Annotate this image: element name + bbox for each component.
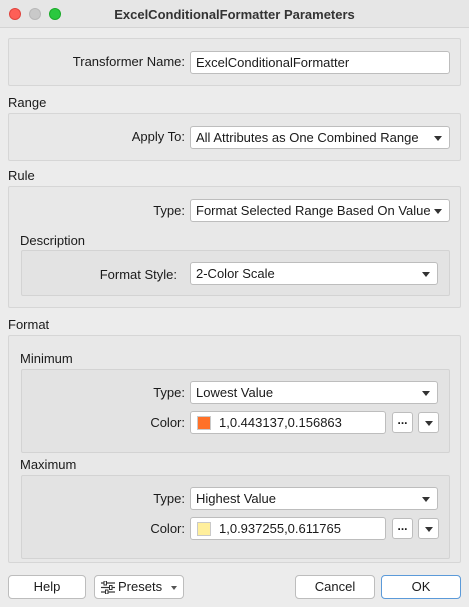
maximum-color-value: 1,0.937255,0.611765: [219, 521, 341, 536]
maximum-color-picker-button[interactable]: ...: [392, 518, 413, 539]
maximum-color-input[interactable]: 1,0.937255,0.611765: [190, 517, 386, 540]
minimum-color-value: 1,0.443137,0.156863: [219, 415, 342, 430]
help-button[interactable]: Help: [8, 575, 86, 599]
title-bar: ExcelConditionalFormatter Parameters: [0, 0, 469, 28]
rule-section-label: Rule: [8, 168, 35, 183]
rule-type-select[interactable]: Format Selected Range Based On Value: [190, 199, 450, 222]
maximum-type-select[interactable]: Highest Value: [190, 487, 438, 510]
maximum-color-menu-button[interactable]: [418, 518, 439, 539]
range-section-label: Range: [8, 95, 47, 110]
minimum-color-menu-button[interactable]: [418, 412, 439, 433]
apply-to-label: Apply To:: [131, 129, 185, 144]
description-section-label: Description: [20, 233, 86, 248]
minimum-section-label: Minimum: [20, 351, 73, 366]
apply-to-value: All Attributes as One Combined Range: [196, 130, 419, 145]
chevron-down-icon: [171, 586, 177, 590]
description-group: Format Style: 2-Color Scale: [21, 250, 450, 296]
format-section-label: Format: [8, 317, 50, 332]
maximum-color-label: Color:: [150, 521, 185, 536]
format-group: Minimum Type: Lowest Value Color: 1,0.44…: [8, 335, 461, 563]
rule-type-label: Type:: [153, 203, 185, 218]
transformer-name-input[interactable]: ExcelConditionalFormatter: [190, 51, 450, 74]
minimum-type-value: Lowest Value: [196, 385, 274, 400]
ok-button[interactable]: OK: [381, 575, 461, 599]
chevron-down-icon: [425, 421, 433, 426]
apply-to-select[interactable]: All Attributes as One Combined Range: [190, 126, 450, 149]
minimum-type-select[interactable]: Lowest Value: [190, 381, 438, 404]
chevron-down-icon: [434, 136, 442, 141]
transformer-name-group: Transformer Name: ExcelConditionalFormat…: [8, 38, 461, 86]
format-style-value: 2-Color Scale: [196, 266, 275, 281]
minimum-color-input[interactable]: 1,0.443137,0.156863: [190, 411, 386, 434]
chevron-down-icon: [422, 391, 430, 396]
maximum-type-label: Type:: [153, 491, 185, 506]
rule-group: Type: Format Selected Range Based On Val…: [8, 186, 461, 308]
minimum-color-swatch[interactable]: [197, 416, 211, 430]
minimum-color-label: Color:: [150, 415, 185, 430]
range-group: Apply To: All Attributes as One Combined…: [8, 113, 461, 161]
chevron-down-icon: [422, 272, 430, 277]
dialog-window: ExcelConditionalFormatter Parameters Tra…: [0, 0, 469, 607]
rule-type-value: Format Selected Range Based On Value: [196, 203, 431, 218]
minimum-type-label: Type:: [153, 385, 185, 400]
chevron-down-icon: [425, 527, 433, 532]
transformer-name-label: Transformer Name:: [72, 54, 185, 69]
minimum-group: Type: Lowest Value Color: 1,0.443137,0.1…: [21, 369, 450, 453]
cancel-button[interactable]: Cancel: [295, 575, 375, 599]
chevron-down-icon: [434, 209, 442, 214]
maximum-type-value: Highest Value: [196, 491, 276, 506]
presets-label: Presets: [118, 579, 163, 594]
minimum-color-picker-button[interactable]: ...: [392, 412, 413, 433]
maximum-section-label: Maximum: [20, 457, 77, 472]
presets-button[interactable]: Presets: [94, 575, 184, 599]
window-title: ExcelConditionalFormatter Parameters: [114, 7, 355, 22]
chevron-down-icon: [422, 497, 430, 502]
format-style-select[interactable]: 2-Color Scale: [190, 262, 438, 285]
maximum-group: Type: Highest Value Color: 1,0.937255,0.…: [21, 475, 450, 559]
sliders-icon: [101, 581, 115, 594]
maximum-color-swatch[interactable]: [197, 522, 211, 536]
format-style-label: Format Style:: [99, 267, 177, 282]
